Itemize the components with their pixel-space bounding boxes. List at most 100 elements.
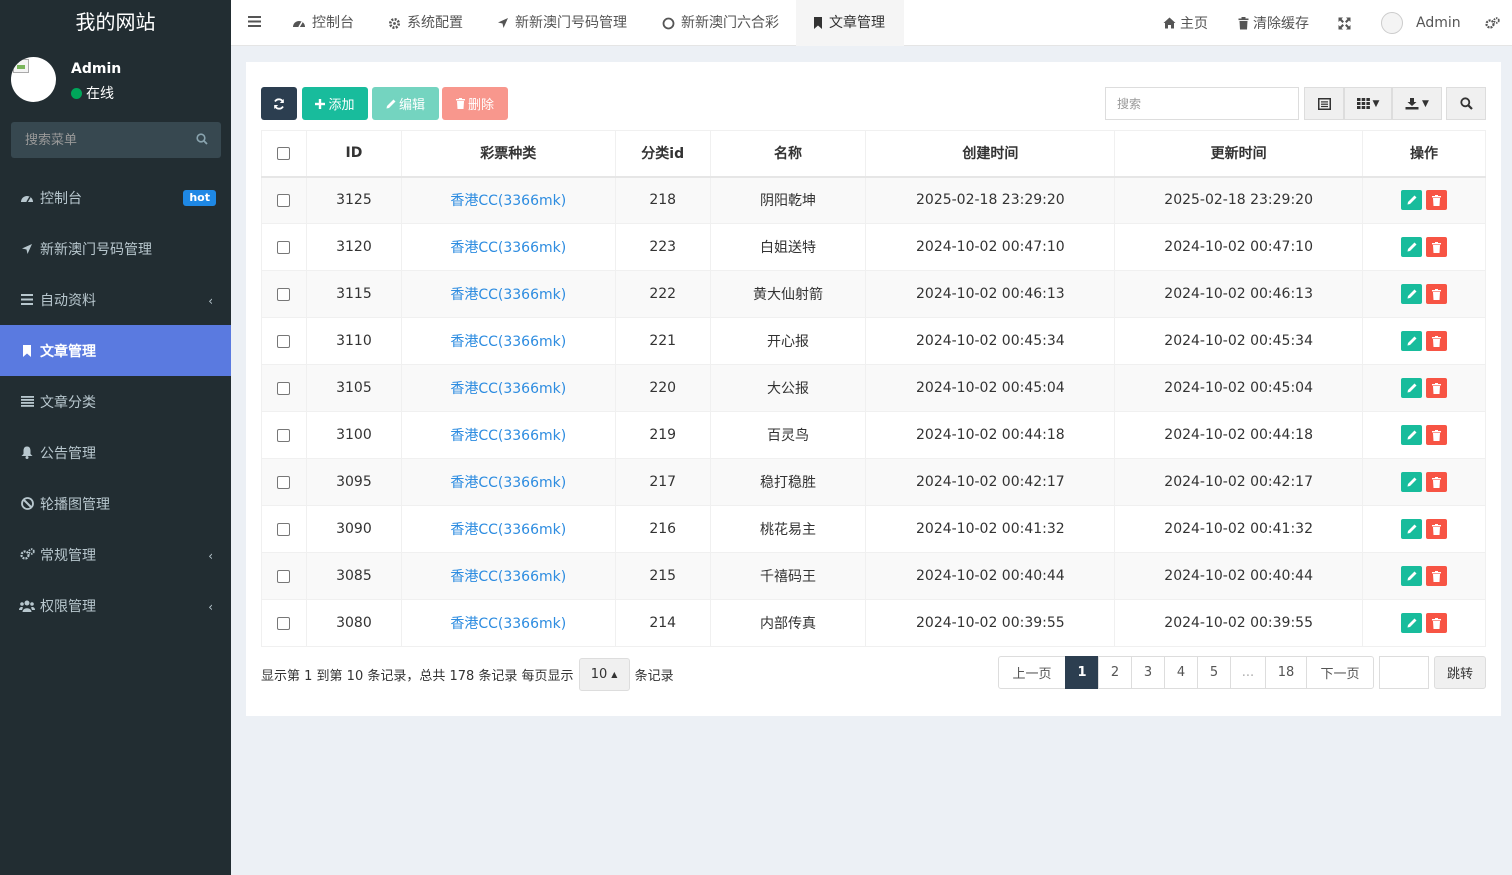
site-title[interactable]: 我的网站: [0, 0, 231, 46]
type-link[interactable]: 香港CC(3366mk): [450, 569, 566, 585]
home-link[interactable]: 主页: [1163, 0, 1208, 46]
row-checkbox[interactable]: [277, 240, 291, 254]
row-edit-button[interactable]: [1401, 613, 1423, 633]
type-link[interactable]: 香港CC(3366mk): [450, 522, 566, 538]
sidebar-item-dashboard[interactable]: 控制台 hot: [0, 172, 231, 223]
row-edit-button[interactable]: [1401, 331, 1423, 351]
page-button-5[interactable]: 5: [1197, 656, 1231, 689]
menu-toggle-icon[interactable]: [248, 15, 261, 28]
settings-button[interactable]: [1485, 0, 1504, 46]
tab-number-manage[interactable]: 新新澳门号码管理: [497, 0, 627, 46]
type-link[interactable]: 香港CC(3366mk): [450, 334, 566, 350]
row-delete-button[interactable]: [1426, 190, 1448, 211]
sidebar-item-carousel[interactable]: 轮播图管理: [0, 478, 231, 529]
page-button-2[interactable]: 2: [1098, 656, 1132, 689]
row-edit-button[interactable]: [1401, 284, 1423, 304]
row-checkbox[interactable]: [277, 522, 291, 536]
next-page-button[interactable]: 下一页: [1306, 656, 1374, 689]
row-delete-button[interactable]: [1426, 425, 1448, 445]
row-edit-button[interactable]: [1401, 519, 1423, 539]
table-row[interactable]: 3090 香港CC(3366mk) 216 桃花易主 2024-10-02 00:41:…: [261, 505, 1486, 553]
row-checkbox[interactable]: [277, 616, 291, 630]
type-link[interactable]: 香港CC(3366mk): [450, 428, 566, 444]
table-search-input[interactable]: [1105, 87, 1299, 120]
sidebar-item-auto-data[interactable]: 自动资料 ‹: [0, 274, 231, 325]
page-button-1[interactable]: 1: [1065, 656, 1099, 689]
row-delete-button[interactable]: [1426, 566, 1448, 586]
row-edit-button[interactable]: [1401, 566, 1423, 586]
jump-page-input[interactable]: [1379, 656, 1429, 689]
tab-articles[interactable]: 文章管理: [796, 0, 904, 46]
search-icon[interactable]: [196, 133, 208, 145]
page-button-4[interactable]: 4: [1164, 656, 1198, 689]
col-header-type[interactable]: 彩票种类: [400, 130, 616, 178]
row-edit-button[interactable]: [1401, 425, 1423, 445]
col-header-updated[interactable]: 更新时间: [1114, 130, 1364, 178]
row-delete-button[interactable]: [1426, 519, 1448, 539]
row-checkbox[interactable]: [277, 193, 291, 207]
sidebar-item-notice[interactable]: 公告管理: [0, 427, 231, 478]
row-checkbox[interactable]: [277, 475, 291, 489]
type-link[interactable]: 香港CC(3366mk): [450, 240, 566, 256]
row-edit-button[interactable]: [1401, 378, 1423, 398]
fullscreen-button[interactable]: [1338, 0, 1355, 46]
sidebar-item-number-manage[interactable]: 新新澳门号码管理: [0, 223, 231, 274]
clear-cache-button[interactable]: 清除缓存: [1238, 0, 1309, 46]
col-header-created[interactable]: 创建时间: [865, 130, 1116, 178]
page-button-3[interactable]: 3: [1131, 656, 1165, 689]
sidebar-item-permissions[interactable]: 权限管理 ‹: [0, 580, 231, 631]
type-link[interactable]: 香港CC(3366mk): [450, 616, 566, 632]
jump-button[interactable]: 跳转: [1434, 656, 1486, 689]
row-checkbox[interactable]: [277, 381, 291, 395]
export-dropdown[interactable]: ▼: [1392, 87, 1442, 120]
toggle-view-button[interactable]: [1304, 87, 1344, 120]
row-checkbox[interactable]: [277, 569, 291, 583]
sidebar-item-articles[interactable]: 文章管理: [0, 325, 231, 376]
delete-button[interactable]: 删除: [442, 87, 508, 120]
table-row[interactable]: 3080 香港CC(3366mk) 214 内部传真 2024-10-02 00:39:…: [261, 599, 1486, 647]
row-delete-button[interactable]: [1426, 331, 1448, 351]
type-link[interactable]: 香港CC(3366mk): [450, 475, 566, 491]
row-checkbox[interactable]: [277, 287, 291, 301]
col-header-id[interactable]: ID: [305, 130, 402, 178]
sidebar-search-input[interactable]: [11, 122, 191, 158]
sidebar-item-article-category[interactable]: 文章分类: [0, 376, 231, 427]
row-delete-button[interactable]: [1426, 284, 1448, 304]
row-edit-button[interactable]: [1401, 237, 1423, 257]
add-button[interactable]: 添加: [302, 87, 368, 120]
row-checkbox[interactable]: [277, 428, 291, 442]
table-row[interactable]: 3125 香港CC(3366mk) 218 阴阳乾坤 2025-02-18 23:29:…: [261, 176, 1486, 224]
page-button-18[interactable]: 18: [1265, 656, 1307, 689]
user-menu[interactable]: Admin: [1381, 0, 1461, 46]
row-checkbox[interactable]: [277, 334, 291, 348]
columns-dropdown[interactable]: ▼: [1344, 87, 1392, 120]
table-row[interactable]: 3085 香港CC(3366mk) 215 千禧码王 2024-10-02 00:40:…: [261, 552, 1486, 600]
tab-system-config[interactable]: 系统配置: [388, 0, 463, 46]
search-button[interactable]: [1446, 87, 1486, 120]
col-header-category[interactable]: 分类id: [614, 130, 711, 178]
edit-button[interactable]: 编辑: [372, 87, 439, 120]
type-link[interactable]: 香港CC(3366mk): [450, 193, 566, 209]
row-edit-button[interactable]: [1401, 190, 1423, 211]
page-size-dropdown[interactable]: 10 ▲: [578, 658, 630, 691]
select-all-checkbox[interactable]: [277, 146, 291, 160]
row-delete-button[interactable]: [1426, 237, 1448, 257]
sidebar-item-general[interactable]: 常规管理 ‹: [0, 529, 231, 580]
row-edit-button[interactable]: [1401, 472, 1423, 492]
row-delete-button[interactable]: [1426, 378, 1448, 398]
tab-lottery[interactable]: 新新澳门六合彩: [662, 0, 779, 46]
refresh-button[interactable]: [261, 87, 297, 120]
table-row[interactable]: 3095 香港CC(3366mk) 217 稳打稳胜 2024-10-02 00:42:…: [261, 458, 1486, 506]
table-row[interactable]: 3110 香港CC(3366mk) 221 开心报 2024-10-02 00:45:3…: [261, 317, 1486, 365]
table-row[interactable]: 3105 香港CC(3366mk) 220 大公报 2024-10-02 00:45:0…: [261, 364, 1486, 412]
table-row[interactable]: 3100 香港CC(3366mk) 219 百灵鸟 2024-10-02 00:44:1…: [261, 411, 1486, 459]
prev-page-button[interactable]: 上一页: [998, 656, 1066, 689]
col-header-name[interactable]: 名称: [709, 130, 867, 178]
table-row[interactable]: 3120 香港CC(3366mk) 223 白姐送特 2024-10-02 00:47:…: [261, 223, 1486, 271]
type-link[interactable]: 香港CC(3366mk): [450, 381, 566, 397]
type-link[interactable]: 香港CC(3366mk): [450, 287, 566, 303]
row-delete-button[interactable]: [1426, 472, 1448, 492]
row-delete-button[interactable]: [1426, 613, 1448, 633]
table-row[interactable]: 3115 香港CC(3366mk) 222 黄大仙射箭 2024-10-02 00:46…: [261, 270, 1486, 318]
tab-dashboard[interactable]: 控制台: [292, 0, 354, 46]
